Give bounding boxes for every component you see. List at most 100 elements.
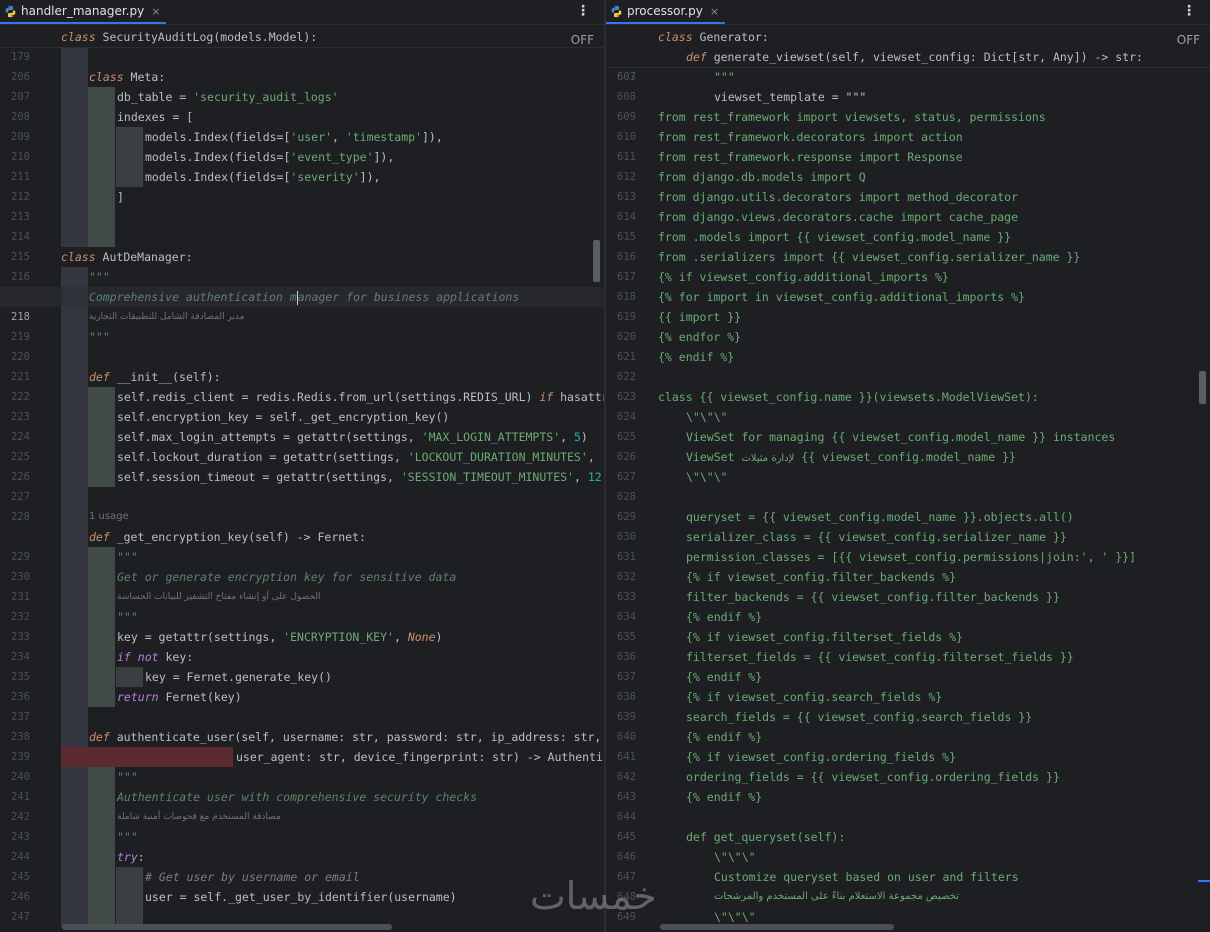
- code-line[interactable]: 214: [0, 207, 604, 243]
- code-line[interactable]: 210 models.Index(fields=['user', 'timest…: [0, 127, 604, 163]
- code-line[interactable]: 622: [606, 367, 1210, 387]
- code-line[interactable]: 209 indexes = [: [0, 107, 604, 143]
- code-line[interactable]: 231 Get or generate encryption key for s…: [0, 567, 604, 603]
- code-line[interactable]: 224 self.encryption_key = self._get_encr…: [0, 407, 604, 443]
- code-line[interactable]: 230 """: [0, 547, 604, 583]
- code-line[interactable]: 207 class Meta:: [0, 67, 604, 103]
- code-line[interactable]: 612 from django.db.models import Q: [606, 167, 1210, 187]
- code-line[interactable]: 219 مدير المصادقة الشامل للتطبيقات التجا…: [0, 307, 604, 343]
- code-line[interactable]: 626 ViewSet لإدارة مثيلات {{ viewset_conf…: [606, 447, 1210, 467]
- code-line[interactable]: 618 {% for import in viewset_config.addit…: [606, 287, 1210, 307]
- right-editor-pane[interactable]: processor.py × ⋮ OFF 419 class Generator…: [606, 0, 1210, 932]
- code-line[interactable]: 242 Authenticate user with comprehensive…: [0, 787, 604, 823]
- code-line[interactable]: 607""": [606, 67, 1210, 87]
- sticky-scope-line[interactable]: 179 class SecurityAuditLog(models.Model)…: [0, 27, 604, 63]
- code-line[interactable]: 226 self.lockout_duration = getattr(sett…: [0, 447, 604, 483]
- more-options-icon[interactable]: ⋮: [576, 3, 590, 19]
- code-line[interactable]: 634 {% endif %}: [606, 607, 1210, 627]
- code-line[interactable]: 227 self.session_timeout = getattr(setti…: [0, 467, 604, 503]
- code-line[interactable]: 645 def get_queryset(self):: [606, 827, 1210, 847]
- code-editor[interactable]: 179 class SecurityAuditLog(models.Model)…: [0, 27, 604, 932]
- usage-hint-row[interactable]: 1 usage: [0, 507, 604, 527]
- code-line[interactable]: 617 {% if viewset_config.additional_impor…: [606, 267, 1210, 287]
- code-line[interactable]: 613 from django.utils.decorators import m…: [606, 187, 1210, 207]
- code-line[interactable]: 234 key = getattr(settings, 'ENCRYPTION_…: [0, 627, 604, 663]
- code-line[interactable]: 228: [0, 487, 604, 523]
- code-line[interactable]: 232 الحصول على أو إنشاء مفتاح التشفير لل…: [0, 587, 604, 623]
- code-line[interactable]: 239 def authenticate_user(self, username…: [0, 727, 604, 763]
- code-line[interactable]: 614 from django.views.decorators.cache im…: [606, 207, 1210, 227]
- code-line[interactable]: 638 {% if viewset_config.search_fields %}: [606, 687, 1210, 707]
- code-line[interactable]: 625 ViewSet for managing {{ viewset_confi…: [606, 427, 1210, 447]
- code-line[interactable]: 211 models.Index(fields=['event_type']),: [0, 147, 604, 183]
- vertical-scrollbar[interactable]: [593, 240, 600, 282]
- code-line[interactable]: 635 {% if viewset_config.filterset_fields…: [606, 627, 1210, 647]
- code-line[interactable]: 240 user_agent: str, device_fingerprint:…: [0, 747, 604, 783]
- code-line[interactable]: 212 models.Index(fields=['severity']),: [0, 167, 604, 203]
- code-line[interactable]: 647 Customize queryset based on user and …: [606, 867, 1210, 887]
- code-line[interactable]: 623 class {{ viewset_config.name }}(views…: [606, 387, 1210, 407]
- code-line[interactable]: 611 from rest_framework.response import R…: [606, 147, 1210, 167]
- code-line[interactable]: 629 queryset = {{ viewset_config.model_na…: [606, 507, 1210, 527]
- code-line[interactable]: 619 {{ import }}: [606, 307, 1210, 327]
- inspection-off-toggle[interactable]: OFF: [1177, 33, 1200, 47]
- code-line[interactable]: 627 \"\"\": [606, 467, 1210, 487]
- code-line[interactable]: 632 {% if viewset_config.filter_backends …: [606, 567, 1210, 587]
- code-line[interactable]: 615 from .models import {{ viewset_config…: [606, 227, 1210, 247]
- code-line[interactable]: 616 from .serializers import {{ viewset_c…: [606, 247, 1210, 267]
- code-line[interactable]: 244 """: [0, 827, 604, 863]
- inspection-off-toggle[interactable]: OFF: [571, 33, 594, 47]
- code-line[interactable]: 644: [606, 807, 1210, 827]
- horizontal-scrollbar[interactable]: [62, 924, 392, 930]
- vertical-scrollbar[interactable]: [1199, 371, 1206, 404]
- code-line[interactable]: 236 key = Fernet.generate_key(): [0, 667, 604, 703]
- sticky-scope-line[interactable]: 603 def generate_viewset(self, viewset_c…: [606, 47, 1210, 83]
- code-editor[interactable]: 419 class Generator: 603 def generate_vi…: [606, 27, 1210, 932]
- horizontal-scrollbar[interactable]: [660, 924, 894, 930]
- code-line[interactable]: 216 class AutDeManager:: [0, 247, 604, 283]
- left-editor-pane[interactable]: handler_manager.py × ⋮ OFF 179 class Sec…: [0, 0, 604, 932]
- code-line[interactable]: 243 مصادقة المستخدم مع فحوصات أمنية شامل…: [0, 807, 604, 843]
- close-tab-icon[interactable]: ×: [151, 5, 160, 18]
- code-line[interactable]: 223 self.redis_client = redis.Redis.from…: [0, 387, 604, 423]
- code-line[interactable]: 648 تخصيص مجموعة الاستعلام بناءً على المس…: [606, 887, 1210, 907]
- code-line[interactable]: 628: [606, 487, 1210, 507]
- code-line[interactable]: 641 {% if viewset_config.ordering_fields …: [606, 747, 1210, 767]
- code-line[interactable]: 247 user = self._get_user_by_identifier(…: [0, 887, 604, 923]
- code-line[interactable]: 222 def __init__(self):: [0, 367, 604, 403]
- code-line-current[interactable]: 218 Comprehensive authentication manager…: [0, 287, 604, 323]
- code-line[interactable]: 630 serializer_class = {{ viewset_config.…: [606, 527, 1210, 547]
- code-line[interactable]: 643 {% endif %}: [606, 787, 1210, 807]
- close-tab-icon[interactable]: ×: [710, 5, 719, 18]
- sticky-scope-line[interactable]: 419 class Generator:: [606, 27, 1210, 63]
- code-line[interactable]: 609from rest_framework import viewsets, …: [606, 107, 1210, 127]
- code-line[interactable]: 238: [0, 707, 604, 743]
- code-line[interactable]: 621 {% endif %}: [606, 347, 1210, 367]
- code-line[interactable]: 213 ]: [0, 187, 604, 223]
- code-line[interactable]: 206: [0, 47, 604, 83]
- code-line[interactable]: 208 db_table = 'security_audit_logs': [0, 87, 604, 123]
- code-line[interactable]: 620 {% endfor %}: [606, 327, 1210, 347]
- tab-handler-manager[interactable]: handler_manager.py ×: [0, 0, 167, 24]
- code-line[interactable]: 608viewset_template = """: [606, 87, 1210, 107]
- code-line[interactable]: 241 """: [0, 767, 604, 803]
- code-line[interactable]: 631 permission_classes = [{{ viewset_conf…: [606, 547, 1210, 567]
- code-line[interactable]: 245 try:: [0, 847, 604, 883]
- code-line[interactable]: 246 # Get user by username or email: [0, 867, 604, 903]
- code-line[interactable]: 233 """: [0, 607, 604, 643]
- code-line[interactable]: 624 \"\"\": [606, 407, 1210, 427]
- code-line[interactable]: 633 filter_backends = {{ viewset_config.f…: [606, 587, 1210, 607]
- code-line[interactable]: 637 {% endif %}: [606, 667, 1210, 687]
- tab-processor[interactable]: processor.py ×: [606, 0, 726, 24]
- code-line[interactable]: 220 """: [0, 327, 604, 363]
- code-line[interactable]: 610 from rest_framework.decorators import…: [606, 127, 1210, 147]
- code-line[interactable]: 235 if not key:: [0, 647, 604, 683]
- code-line[interactable]: 217 """: [0, 267, 604, 303]
- more-options-icon[interactable]: ⋮: [1182, 3, 1196, 19]
- code-line[interactable]: 229 def _get_encryption_key(self) -> Fer…: [0, 527, 604, 563]
- code-line[interactable]: 215: [0, 227, 604, 263]
- code-line[interactable]: 636 filterset_fields = {{ viewset_config.…: [606, 647, 1210, 667]
- code-line[interactable]: 640 {% endif %}: [606, 727, 1210, 747]
- code-line[interactable]: 225 self.max_login_attempts = getattr(se…: [0, 427, 604, 463]
- code-line[interactable]: 639 search_fields = {{ viewset_config.sea…: [606, 707, 1210, 727]
